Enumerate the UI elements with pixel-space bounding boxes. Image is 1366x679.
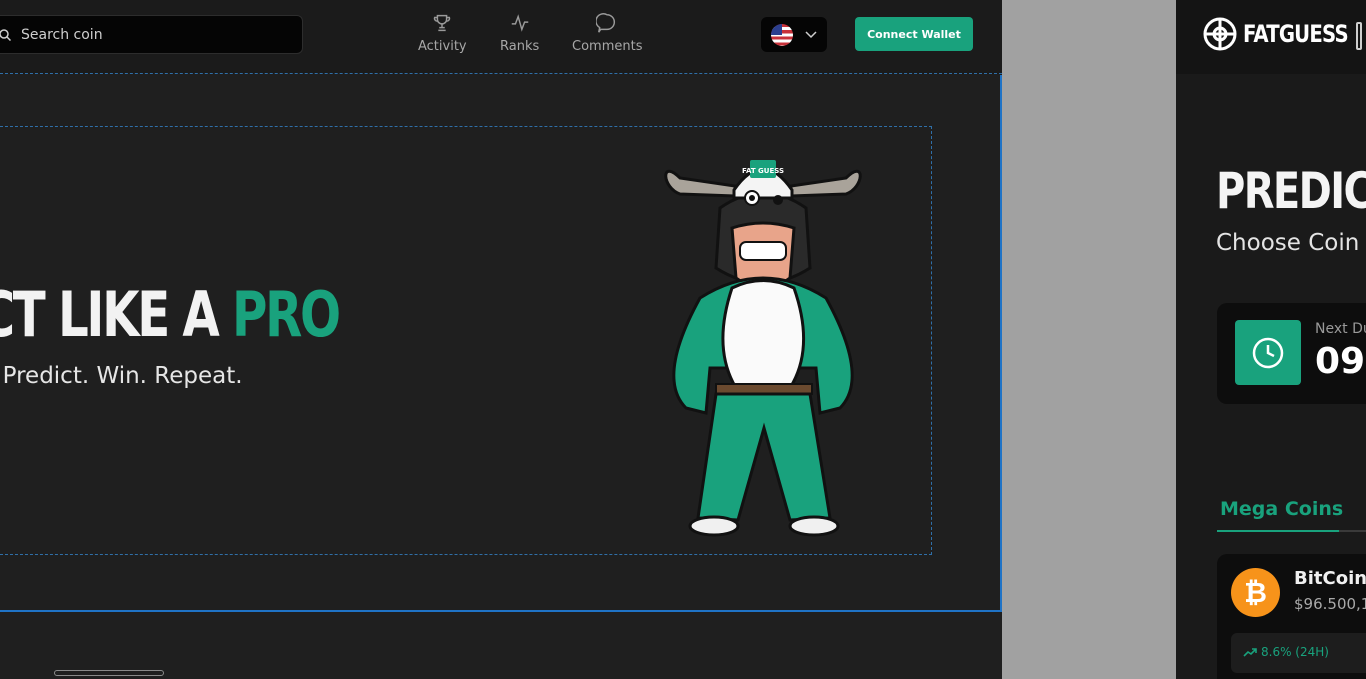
- search-box[interactable]: [0, 15, 303, 54]
- search-icon: [0, 28, 11, 41]
- brand-logo[interactable]: FATGUESS: [1203, 17, 1366, 51]
- us-flag-icon: [771, 23, 793, 46]
- app-root: Activity Ranks Comments Connect Wallet I…: [0, 0, 1366, 679]
- canvas-gutter: [1002, 0, 1176, 679]
- nav-activity-label: Activity: [418, 39, 467, 54]
- hero-headline: ICT LIKE A PRO: [0, 278, 341, 351]
- trend-up-icon: [1243, 648, 1257, 657]
- coin-change: 8.6% (24H): [1243, 645, 1329, 659]
- countdown-card: Next Du 09:: [1217, 303, 1366, 404]
- coin-change-text: 8.6% (24H): [1261, 645, 1329, 659]
- activity-icon: [511, 14, 528, 32]
- nav-comments-label: Comments: [572, 39, 643, 54]
- clock-icon-box: [1235, 320, 1301, 385]
- countdown-value: 09:: [1315, 341, 1366, 382]
- brand-name: FATGUESS: [1243, 20, 1349, 48]
- scroll-indicator[interactable]: [54, 670, 164, 676]
- nav-ranks-label: Ranks: [500, 39, 540, 54]
- headline-accent: PRO: [231, 278, 341, 351]
- coin-price: $96.500,1: [1294, 595, 1366, 613]
- coin-name: BitCoin: [1294, 568, 1366, 589]
- nav-activity[interactable]: Activity: [418, 12, 467, 54]
- clock-icon: [1252, 337, 1284, 368]
- chat-bubble-icon: [596, 13, 616, 33]
- bitcoin-icon: ₿: [1231, 568, 1280, 617]
- countdown-label: Next Du: [1315, 321, 1366, 337]
- coin-card-bitcoin[interactable]: ₿ BitCoin $96.500,1 8.6% (24H): [1217, 554, 1366, 679]
- mascot-hat-text: FAT GUESS: [742, 167, 784, 175]
- mobile-preview-pane: FATGUESS PREDIC Choose Coin Next Du 09: …: [1176, 0, 1366, 679]
- coin-change-box: 8.6% (24H): [1231, 633, 1366, 673]
- tab-underline: [1217, 530, 1366, 532]
- nav-comments[interactable]: Comments: [572, 12, 642, 54]
- nav-ranks[interactable]: Ranks: [500, 12, 539, 54]
- bull-mascot-illustration: FAT GUESS: [664, 160, 862, 537]
- headline-main: ICT LIKE A: [0, 278, 220, 351]
- mobile-hero-title: PREDIC: [1216, 162, 1366, 220]
- main-preview-pane: Activity Ranks Comments Connect Wallet I…: [0, 0, 1002, 679]
- mobile-header: FATGUESS: [1176, 0, 1366, 74]
- language-selector[interactable]: [761, 17, 827, 52]
- trophy-icon: [434, 14, 451, 32]
- mobile-hero-subtitle: Choose Coin: [1216, 230, 1360, 256]
- chevron-down-icon: [805, 30, 817, 38]
- top-navbar: Activity Ranks Comments Connect Wallet: [0, 0, 1002, 74]
- hero-tagline: . Predict. Win. Repeat.: [0, 363, 243, 389]
- crosshair-logo-icon: [1203, 17, 1237, 51]
- tab-mega-coins[interactable]: Mega Coins: [1220, 498, 1343, 520]
- connect-wallet-button[interactable]: Connect Wallet: [855, 17, 973, 51]
- search-input[interactable]: [21, 26, 281, 43]
- menu-handle-icon[interactable]: [1356, 22, 1362, 50]
